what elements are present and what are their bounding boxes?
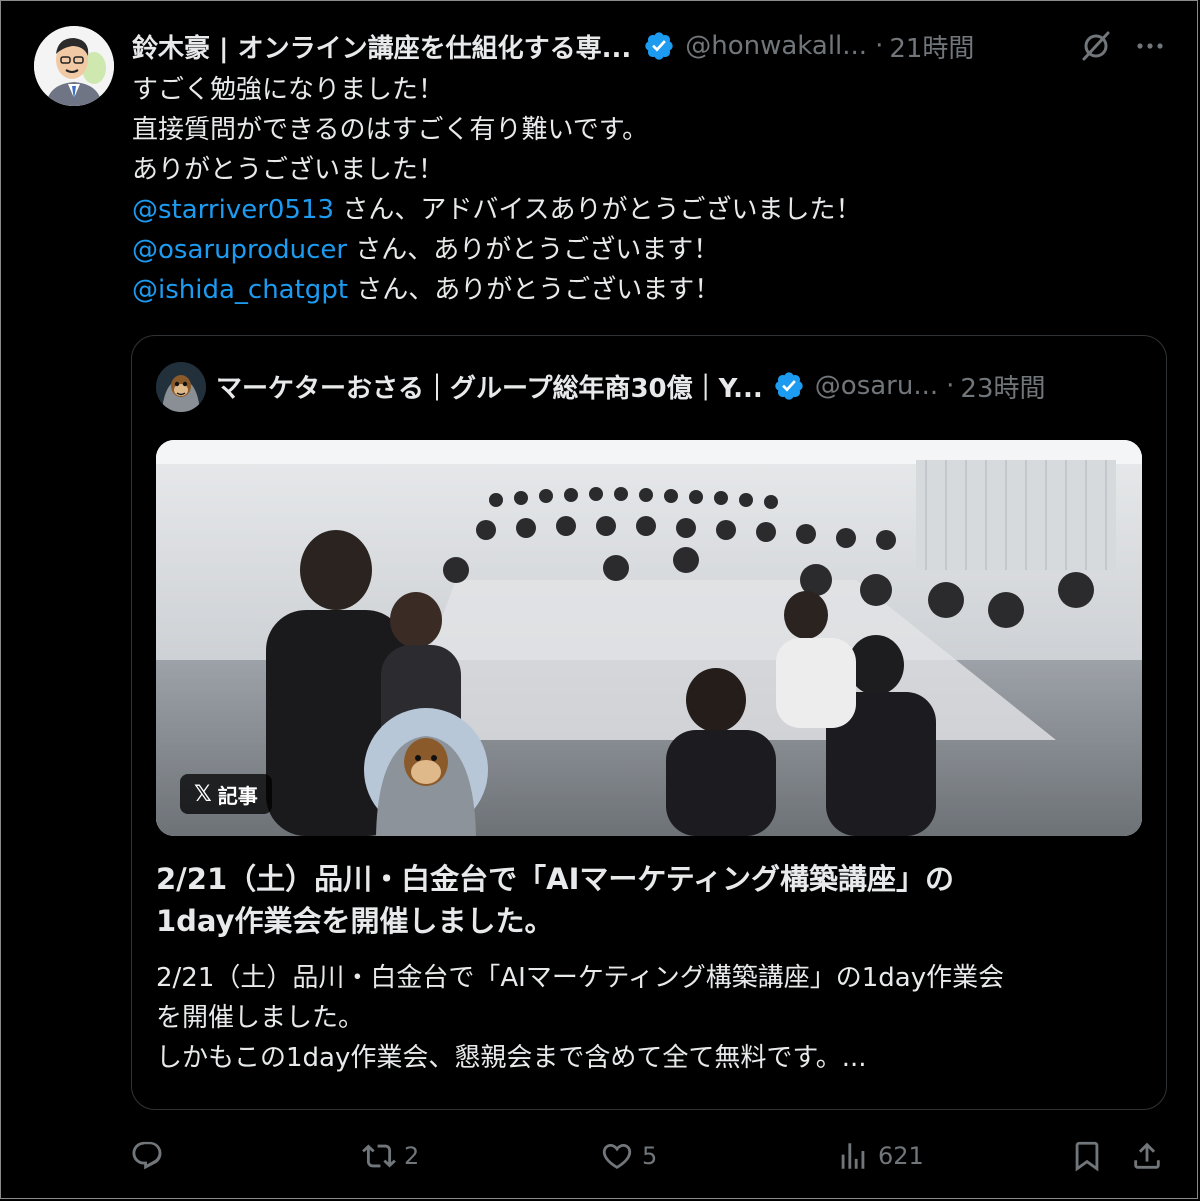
post-time[interactable]: 21時間: [889, 28, 974, 65]
tweet-line: 直接質問ができるのはすごく有り難いです。: [132, 110, 1162, 150]
tweet-line: すごく勉強になりました！: [132, 70, 1162, 110]
like-count: 5: [642, 1142, 658, 1170]
article-summary: 2/21（土）品川・白金台で「AIマーケティング構築講座」の1day作業会 を開…: [156, 958, 1146, 1078]
mention-link[interactable]: @ishida_chatgpt: [132, 275, 348, 305]
tweet-line: @osaruproducer さん、ありがとうございます！: [132, 230, 1162, 270]
tweet-line: @starriver0513 さん、アドバイスありがとうございました！: [132, 190, 1162, 230]
verified-badge-icon: [645, 32, 673, 60]
quoted-tweet-card[interactable]: マーケターおさる｜グループ総年商30億｜Y... @osaru... · 23時…: [131, 335, 1167, 1110]
article-badge-label: 記事: [217, 783, 258, 808]
tweet-line-text: ありがとうございました！: [132, 155, 445, 185]
share-button[interactable]: [1130, 1136, 1164, 1176]
retweet-icon: [362, 1144, 396, 1168]
tweet-text: すごく勉強になりました！ 直接質問ができるのはすごく有り難いです。 ありがとうご…: [132, 70, 1162, 310]
article-summary-line: を開催しました。: [156, 1003, 365, 1033]
x-logo-icon: 𝕏: [194, 781, 212, 807]
tweet-line-text: さん、ありがとうございます！: [347, 235, 720, 265]
quoted-tweet-header: マーケターおさる｜グループ総年商30億｜Y... @osaru... · 23時…: [216, 364, 1046, 408]
retweet-count: 2: [404, 1142, 420, 1170]
views-count: 621: [878, 1142, 924, 1170]
author-name[interactable]: 鈴木豪 | オンライン講座を仕組化する専...: [132, 28, 631, 65]
share-icon: [1134, 1142, 1160, 1169]
bookmark-icon: [1075, 1141, 1099, 1172]
tweet-line-text: さん、アドバイスありがとうございました！: [334, 195, 862, 225]
tweet-line-text: さん、ありがとうございます！: [348, 275, 721, 305]
quoted-post-time[interactable]: 23時間: [960, 368, 1045, 405]
quoted-author-avatar[interactable]: [156, 362, 206, 412]
views-button[interactable]: 621: [836, 1136, 924, 1176]
reply-button[interactable]: [130, 1136, 172, 1176]
bookmark-button[interactable]: [1070, 1136, 1104, 1176]
more-options-icon[interactable]: [1132, 28, 1168, 64]
retweet-button[interactable]: 2: [362, 1136, 419, 1176]
mention-link[interactable]: @starriver0513: [132, 195, 334, 225]
tweet-line: @ishida_chatgpt さん、ありがとうございます！: [132, 270, 1162, 310]
article-title[interactable]: 2/21（土）品川・白金台で「AIマーケティング構築講座」の 1day作業会を開…: [156, 858, 1146, 942]
article-summary-line: 2/21（土）品川・白金台で「AIマーケティング構築講座」の1day作業会: [156, 963, 1005, 993]
mention-link[interactable]: @osaruproducer: [132, 235, 347, 265]
separator-dot: ·: [946, 371, 955, 401]
author-avatar[interactable]: [34, 26, 114, 106]
tweet-line-text: すごく勉強になりました！: [132, 75, 445, 105]
grok-icon[interactable]: [1078, 28, 1114, 64]
quoted-author-handle[interactable]: @osaru...: [815, 371, 938, 401]
article-title-line: 2/21（土）品川・白金台で「AIマーケティング構築講座」の: [156, 862, 955, 896]
tweet-line: ありがとうございました！: [132, 150, 1162, 190]
separator-dot: ·: [875, 31, 884, 61]
tweet-header: 鈴木豪 | オンライン講座を仕組化する専... @honwakall... · …: [132, 26, 1172, 66]
article-cover-photo[interactable]: 𝕏 記事: [156, 440, 1142, 836]
author-handle[interactable]: @honwakall...: [685, 31, 867, 61]
analytics-icon: [841, 1143, 865, 1169]
article-title-line: 1day作業会を開催しました。: [156, 904, 554, 938]
tweet-action-bar: 2 5 621: [0, 1136, 1200, 1176]
article-summary-line: しかもこの1day作業会、懇親会まで含めて全て無料です。...: [156, 1043, 867, 1073]
reply-icon: [132, 1141, 162, 1170]
quoted-author-name[interactable]: マーケターおさる｜グループ総年商30億｜Y...: [216, 368, 763, 405]
like-button[interactable]: 5: [600, 1136, 657, 1176]
verified-badge-icon: [775, 372, 803, 400]
tweet-line-text: 直接質問ができるのはすごく有り難いです。: [132, 115, 649, 145]
heart-icon: [602, 1143, 632, 1169]
article-badge: 𝕏 記事: [180, 774, 272, 814]
